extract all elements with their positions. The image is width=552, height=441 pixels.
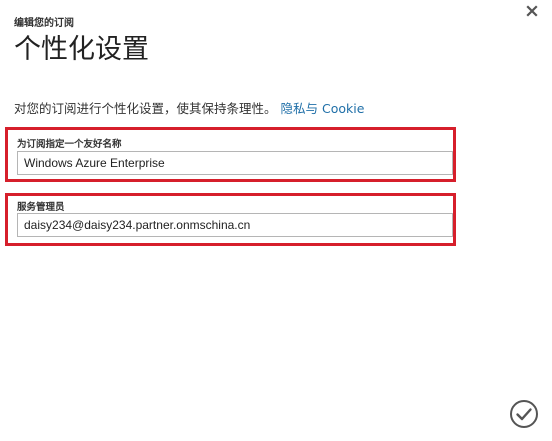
friendly-name-label: 为订阅指定一个友好名称 (17, 139, 122, 150)
service-admin-input[interactable] (17, 213, 453, 237)
service-admin-label: 服务管理员 (17, 202, 65, 213)
description: 对您的订阅进行个性化设置，使其保持条理性。 隐私与 Cookie (14, 98, 364, 117)
friendly-name-group: 为订阅指定一个友好名称 (5, 127, 456, 182)
page-title: 个性化设置 (14, 34, 149, 65)
description-text: 对您的订阅进行个性化设置，使其保持条理性。 (14, 101, 277, 116)
privacy-cookie-link[interactable]: 隐私与 Cookie (281, 101, 365, 116)
friendly-name-input[interactable] (17, 151, 453, 175)
checkmark-circle-icon[interactable] (509, 399, 539, 429)
service-admin-group: 服务管理员 (5, 193, 456, 246)
close-icon[interactable] (525, 4, 539, 18)
breadcrumb: 编辑您的订阅 (14, 18, 74, 29)
